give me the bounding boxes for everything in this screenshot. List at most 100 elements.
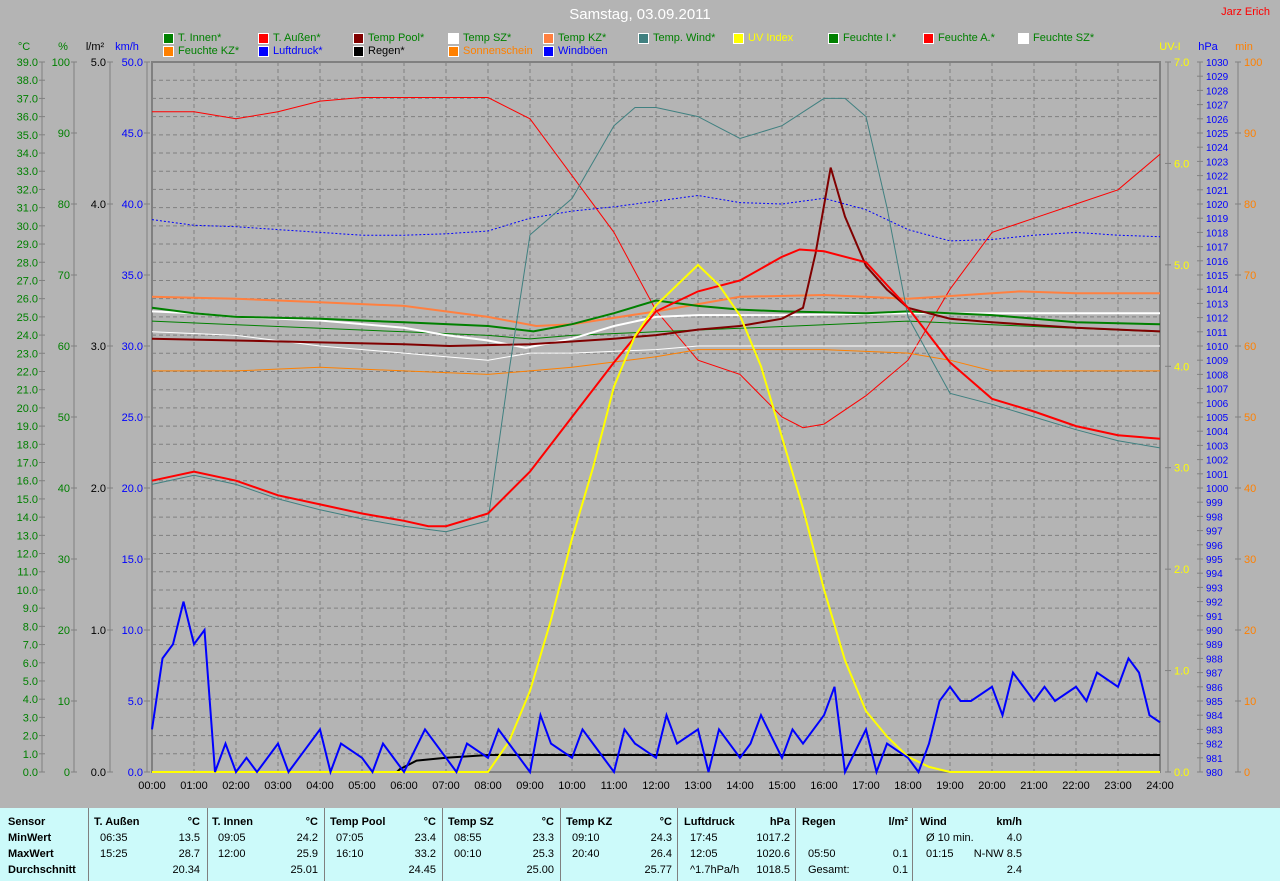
y-tick-label-hpa: 981	[1206, 754, 1223, 765]
table-divider	[912, 808, 913, 881]
y-tick-label-kmh: 50.0	[122, 57, 143, 69]
y-tick-label-hpa: 1004	[1206, 427, 1229, 438]
x-tick-label: 22:00	[1062, 780, 1090, 792]
value-cell: 25.9	[296, 848, 318, 860]
y-tick-label-hpa: 994	[1206, 569, 1223, 580]
row-label: MaxWert	[8, 848, 54, 860]
column-unit: hPa	[769, 816, 790, 828]
x-tick-label: 09:00	[516, 780, 544, 792]
y-tick-label-c: 2.0	[23, 731, 38, 743]
y-tick-label-rain: 1.0	[91, 625, 106, 637]
x-tick-label: 17:00	[852, 780, 880, 792]
column-header: Temp Pool	[330, 816, 386, 828]
y-tick-label-hpa: 1017	[1206, 243, 1229, 254]
column-header: Temp SZ	[448, 816, 494, 828]
statistics-table: Sensor MinWert MaxWert Durchschnitt T. Außen…	[0, 808, 1280, 881]
y-tick-label-uv: 5.0	[1174, 260, 1189, 272]
column-unit: °C	[187, 816, 200, 828]
time-cell: 06:35	[100, 832, 128, 844]
x-tick-label: 04:00	[306, 780, 334, 792]
y-tick-label-rain: 3.0	[91, 341, 106, 353]
y-tick-label-c: 11.0	[17, 567, 38, 579]
x-tick-label: 06:00	[390, 780, 418, 792]
axis-title-c: °C	[18, 41, 30, 53]
value-cell: 25.01	[290, 864, 318, 876]
row-label: Durchschnitt	[8, 864, 76, 876]
y-tick-label-hpa: 1002	[1206, 456, 1229, 467]
y-tick-label-c: 4.0	[23, 694, 38, 706]
x-tick-label: 08:00	[474, 780, 502, 792]
y-tick-label-min: 30	[1244, 554, 1256, 566]
y-tick-label-hpa: 1006	[1206, 399, 1229, 410]
value-cell: 1018.5	[756, 864, 790, 876]
y-tick-label-c: 30.0	[17, 221, 38, 233]
y-tick-label-hpa: 1009	[1206, 356, 1229, 367]
time-cell: 09:05	[218, 832, 246, 844]
y-tick-label-pct: 100	[52, 57, 70, 69]
time-cell: 05:50	[808, 848, 836, 860]
column-unit: °C	[423, 816, 436, 828]
y-tick-label-c: 9.0	[23, 603, 38, 615]
table-divider	[677, 808, 678, 881]
column-header: Luftdruck	[684, 816, 735, 828]
y-tick-label-c: 37.0	[17, 93, 38, 105]
value-cell: 13.5	[178, 832, 200, 844]
x-tick-label: 00:00	[138, 780, 166, 792]
y-tick-label-c: 39.0	[17, 57, 38, 69]
y-tick-label-c: 6.0	[23, 658, 38, 670]
axis-title-kmh: km/h	[115, 41, 139, 53]
y-tick-label-hpa: 983	[1206, 725, 1223, 736]
time-cell: 07:05	[336, 832, 364, 844]
y-tick-label-hpa: 1024	[1206, 143, 1229, 154]
value-cell: 23.3	[532, 832, 554, 844]
y-tick-label-kmh: 15.0	[122, 554, 143, 566]
y-tick-label-c: 10.0	[17, 585, 38, 597]
y-tick-label-min: 40	[1244, 483, 1256, 495]
y-tick-label-c: 24.0	[17, 330, 38, 342]
x-tick-label: 23:00	[1104, 780, 1132, 792]
time-cell: 16:10	[336, 848, 364, 860]
y-tick-label-c: 22.0	[17, 366, 38, 378]
y-tick-label-hpa: 985	[1206, 697, 1223, 708]
y-tick-label-hpa: 1030	[1206, 58, 1229, 69]
y-tick-label-rain: 4.0	[91, 199, 106, 211]
y-tick-label-pct: 60	[58, 341, 70, 353]
y-tick-label-c: 31.0	[17, 203, 38, 215]
column-unit: °C	[541, 816, 554, 828]
y-tick-label-hpa: 990	[1206, 626, 1223, 637]
y-tick-label-c: 17.0	[17, 458, 38, 470]
x-tick-label: 15:00	[768, 780, 796, 792]
value-cell: 28.7	[178, 848, 200, 860]
y-tick-label-hpa: 1010	[1206, 342, 1229, 353]
y-tick-label-c: 5.0	[23, 676, 38, 688]
y-tick-label-hpa: 1003	[1206, 441, 1229, 452]
y-tick-label-hpa: 1011	[1206, 328, 1228, 339]
y-tick-label-c: 13.0	[17, 530, 38, 542]
value-cell: 20.34	[172, 864, 200, 876]
axis-title-uv: UV-I	[1159, 41, 1180, 53]
y-tick-label-c: 14.0	[17, 512, 38, 524]
x-tick-label: 24:00	[1146, 780, 1174, 792]
column-header: T. Außen	[94, 816, 140, 828]
y-tick-label-hpa: 1014	[1206, 285, 1229, 296]
y-tick-label-min: 60	[1244, 341, 1256, 353]
y-tick-label-hpa: 1008	[1206, 370, 1229, 381]
column-header: Wind	[920, 816, 947, 828]
y-tick-label-c: 20.0	[17, 403, 38, 415]
table-divider	[795, 808, 796, 881]
x-tick-label: 02:00	[222, 780, 250, 792]
y-tick-label-hpa: 995	[1206, 555, 1223, 566]
x-tick-label: 19:00	[936, 780, 964, 792]
time-cell: 20:40	[572, 848, 600, 860]
y-tick-label-hpa: 996	[1206, 541, 1223, 552]
value-cell: 0.1	[892, 848, 908, 860]
y-tick-label-hpa: 998	[1206, 512, 1223, 523]
y-tick-label-c: 18.0	[17, 439, 38, 451]
y-tick-label-kmh: 45.0	[122, 128, 143, 140]
y-tick-label-c: 25.0	[17, 312, 38, 324]
y-tick-label-c: 16.0	[17, 476, 38, 488]
x-tick-label: 18:00	[894, 780, 922, 792]
column-header: Temp KZ	[566, 816, 613, 828]
y-tick-label-pct: 70	[58, 270, 70, 282]
y-tick-label-pct: 0	[64, 767, 70, 779]
